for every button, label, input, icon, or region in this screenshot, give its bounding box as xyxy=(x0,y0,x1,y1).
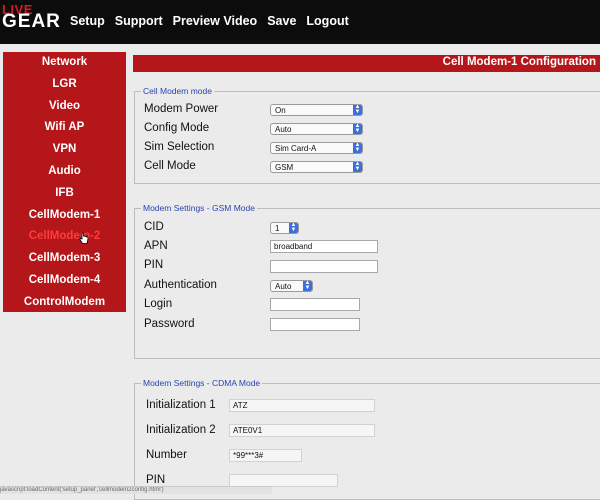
sidebar-item-controlmodem[interactable]: ControlModem xyxy=(3,292,126,314)
cdma-settings-fieldset: Modem Settings - CDMA Mode xyxy=(134,378,600,500)
sidebar-item-cellmodem-1[interactable]: CellModem-1 xyxy=(3,205,126,227)
initialization-2-label: Initialization 2 xyxy=(146,424,216,436)
select-arrows-icon: ▲ ▼ xyxy=(353,161,362,172)
sim-selection-select[interactable]: Sim Card-A ▲ ▼ xyxy=(270,142,363,154)
select-arrows-icon: ▲ ▼ xyxy=(289,222,298,233)
sidebar-item-audio[interactable]: Audio xyxy=(3,161,126,183)
login-label: Login xyxy=(144,298,173,310)
sidebar-item-lgr[interactable]: LGR xyxy=(3,74,126,96)
logo-text-gear: GEAR xyxy=(2,11,61,32)
password-input[interactable] xyxy=(270,318,360,331)
config-mode-label: Config Mode xyxy=(144,122,210,134)
config-mode-value: Auto xyxy=(275,125,292,134)
nav-support[interactable]: Support xyxy=(115,14,163,28)
cid-select[interactable]: 1 ▲ ▼ xyxy=(270,222,299,234)
cell-mode-select[interactable]: GSM ▲ ▼ xyxy=(270,161,363,173)
sim-selection-value: Sim Card-A xyxy=(275,144,317,153)
apn-input[interactable]: broadband xyxy=(270,240,378,253)
page-title: Cell Modem-1 Configuration xyxy=(442,56,596,68)
cell-mode-label: Cell Mode xyxy=(144,160,196,172)
cid-label: CID xyxy=(144,221,164,233)
apn-label: APN xyxy=(144,240,168,252)
sidebar-item-cellmodem-2[interactable]: CellModem-2 xyxy=(3,226,126,248)
sidebar-item-vpn[interactable]: VPN xyxy=(3,139,126,161)
number-label: Number xyxy=(146,449,187,461)
select-arrows-icon: ▲ ▼ xyxy=(303,280,312,291)
initialization-1-label: Initialization 1 xyxy=(146,399,216,411)
select-arrows-icon: ▲ ▼ xyxy=(353,104,362,115)
cid-value: 1 xyxy=(275,224,280,233)
password-label: Password xyxy=(144,318,195,330)
cdma-settings-legend: Modem Settings - CDMA Mode xyxy=(143,378,261,388)
livegear-logo[interactable]: LIVE GEAR xyxy=(0,0,62,44)
modem-power-label: Modem Power xyxy=(144,103,219,115)
pin-input[interactable] xyxy=(270,260,378,273)
login-input[interactable] xyxy=(270,298,360,311)
sidebar-item-wifi-ap[interactable]: Wifi AP xyxy=(3,117,126,139)
page-title-bar: Cell Modem-1 Configuration xyxy=(133,55,600,72)
authentication-select[interactable]: Auto ▲ ▼ xyxy=(270,280,313,292)
cell-modem-mode-legend: Cell Modem mode xyxy=(143,86,212,96)
initialization-1-input[interactable]: ATZ xyxy=(229,399,375,412)
authentication-value: Auto xyxy=(275,282,292,291)
sim-selection-label: Sim Selection xyxy=(144,141,215,153)
gsm-settings-legend: Modem Settings - GSM Mode xyxy=(143,203,255,213)
hand-cursor-icon xyxy=(79,232,89,244)
modem-power-value: On xyxy=(275,106,286,115)
sidebar-item-cellmodem-4[interactable]: CellModem-4 xyxy=(3,270,126,292)
cell-mode-value: GSM xyxy=(275,163,294,172)
authentication-label: Authentication xyxy=(144,279,217,291)
cdma-pin-label: PIN xyxy=(146,474,166,486)
sidebar-item-cellmodem-3[interactable]: CellModem-3 xyxy=(3,248,126,270)
number-input[interactable]: *99***3# xyxy=(229,449,302,462)
sidebar-item-video[interactable]: Video xyxy=(3,96,126,118)
config-mode-select[interactable]: Auto ▲ ▼ xyxy=(270,123,363,135)
sidebar: Network LGR Video Wifi AP VPN Audio IFB … xyxy=(3,52,126,312)
initialization-2-input[interactable]: ATE0V1 xyxy=(229,424,375,437)
nav-save[interactable]: Save xyxy=(267,14,296,28)
select-arrows-icon: ▲ ▼ xyxy=(353,123,362,134)
sidebar-item-network[interactable]: Network xyxy=(3,52,126,74)
modem-power-select[interactable]: On ▲ ▼ xyxy=(270,104,363,116)
top-nav-bar: LIVE GEAR Setup Support Preview Video Sa… xyxy=(0,0,600,44)
nav-logout[interactable]: Logout xyxy=(306,14,348,28)
cell-modem-mode-fieldset: Cell Modem mode xyxy=(134,86,600,184)
sidebar-item-ifb[interactable]: IFB xyxy=(3,183,126,205)
main-nav: Setup Support Preview Video Save Logout xyxy=(70,14,359,28)
pin-label: PIN xyxy=(144,259,164,271)
nav-setup[interactable]: Setup xyxy=(70,14,105,28)
nav-preview-video[interactable]: Preview Video xyxy=(173,14,258,28)
select-arrows-icon: ▲ ▼ xyxy=(353,142,362,153)
